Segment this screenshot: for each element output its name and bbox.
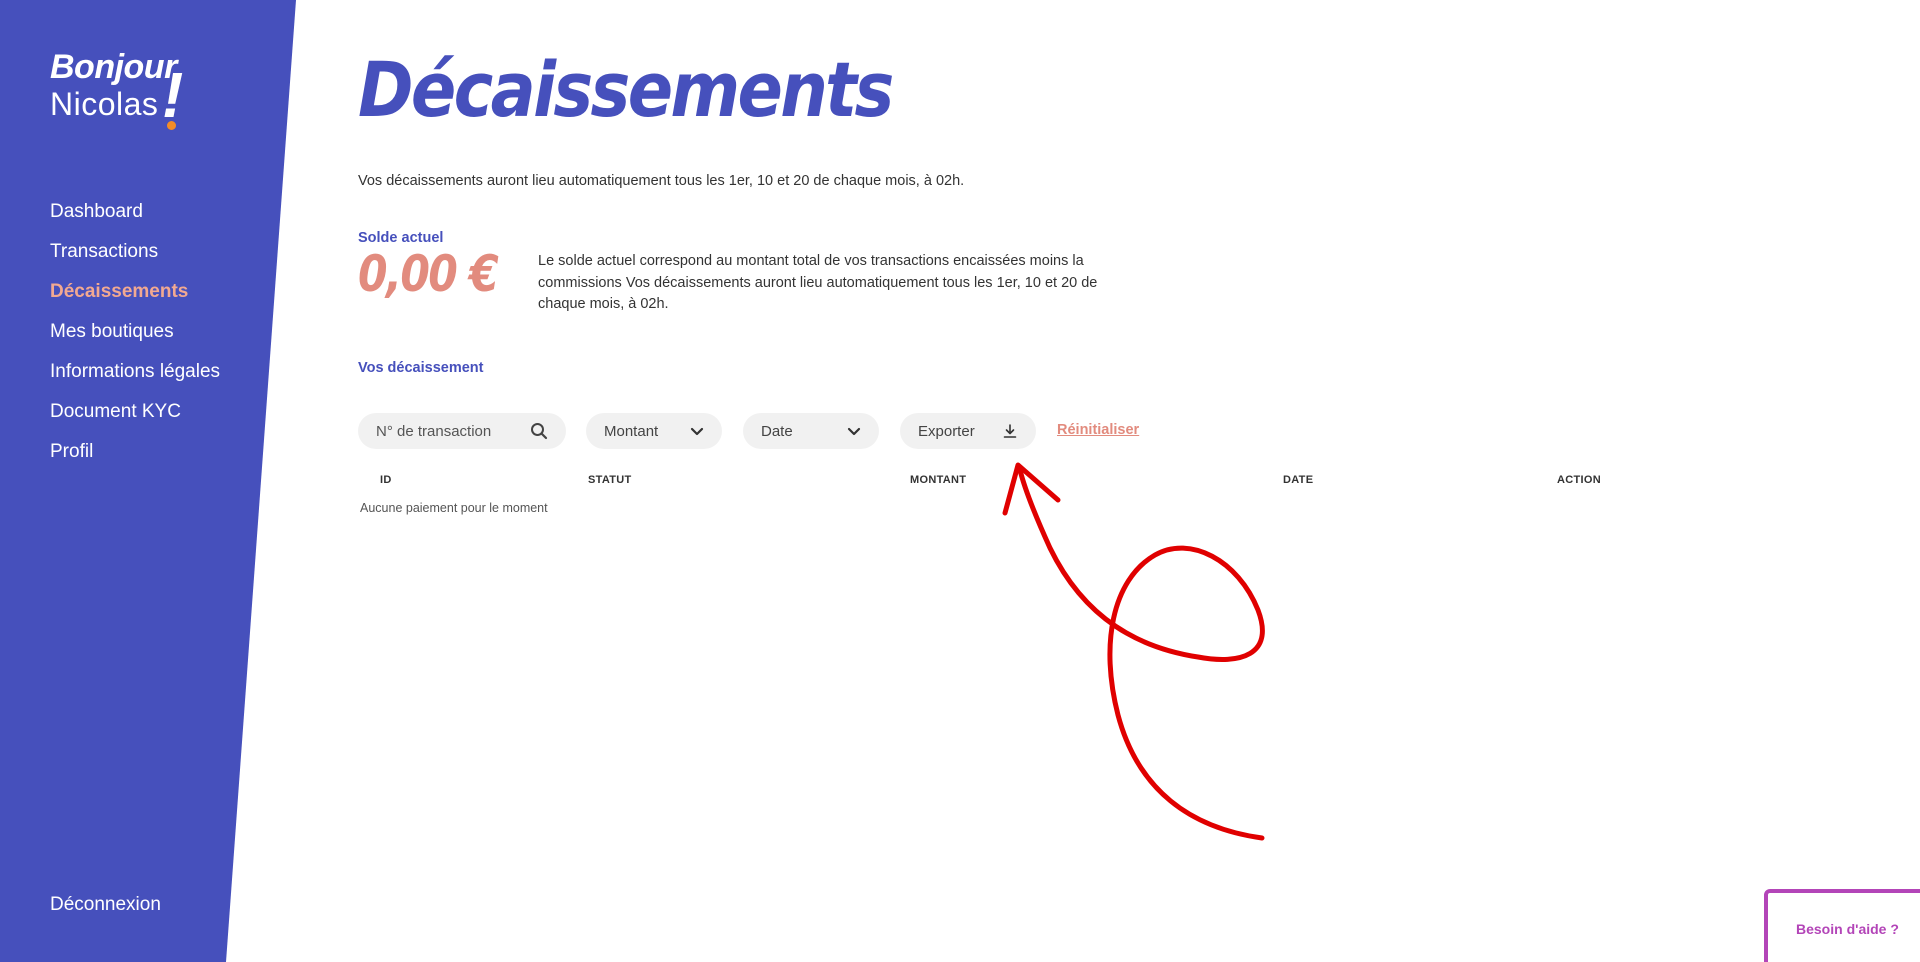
column-header-id: ID xyxy=(380,474,392,486)
column-header-amount: MONTANT xyxy=(910,474,967,486)
date-dropdown[interactable]: Date xyxy=(743,413,879,449)
column-header-date: DATE xyxy=(1283,474,1314,486)
sidebar-item-document-kyc[interactable]: Document KYC xyxy=(50,400,220,440)
reset-link[interactable]: Réinitialiser xyxy=(1057,422,1139,438)
download-icon xyxy=(1003,424,1017,438)
greeting: Bonjour Nicolas xyxy=(50,50,177,120)
help-widget[interactable]: Besoin d'aide ? xyxy=(1764,889,1920,962)
greeting-hello: Bonjour xyxy=(50,48,177,86)
section-title: Vos décaissement xyxy=(358,360,484,376)
sidebar: Bonjour Nicolas ! Dashboard Transactions… xyxy=(0,0,300,962)
balance-description: Le solde actuel correspond au montant to… xyxy=(538,253,1098,312)
sidebar-nav: Dashboard Transactions Décaissements Mes… xyxy=(50,200,220,480)
sidebar-item-informations-legales[interactable]: Informations légales xyxy=(50,360,220,400)
help-label: Besoin d'aide ? xyxy=(1796,921,1899,937)
table-header: ID STATUT MONTANT DATE ACTION xyxy=(358,474,1658,488)
table-empty-message: Aucune paiement pour le moment xyxy=(360,501,548,515)
balance-value: 0,00 € xyxy=(358,245,499,303)
export-button-label: Exporter xyxy=(918,422,975,440)
sidebar-item-decaissements[interactable]: Décaissements xyxy=(50,280,220,320)
chevron-down-icon xyxy=(847,427,861,435)
sidebar-item-dashboard[interactable]: Dashboard xyxy=(50,200,220,240)
sidebar-item-transactions[interactable]: Transactions xyxy=(50,240,220,280)
search-icon[interactable] xyxy=(530,422,548,440)
sidebar-item-profil[interactable]: Profil xyxy=(50,440,220,480)
column-header-status: STATUT xyxy=(588,474,632,486)
logout-link[interactable]: Déconnexion xyxy=(50,894,161,916)
page-title: Décaissements xyxy=(358,45,894,134)
amount-dropdown[interactable]: Montant xyxy=(586,413,722,449)
page: Bonjour Nicolas ! Dashboard Transactions… xyxy=(0,0,1920,962)
balance-label: Solde actuel xyxy=(358,230,444,246)
search-input[interactable] xyxy=(376,422,516,440)
intro-text: Vos décaissements auront lieu automatiqu… xyxy=(358,173,965,189)
greeting-name: Nicolas xyxy=(50,86,159,122)
amount-dropdown-label: Montant xyxy=(604,422,659,440)
exclamation-dot xyxy=(167,121,176,130)
date-dropdown-label: Date xyxy=(761,422,793,440)
export-button[interactable]: Exporter xyxy=(900,413,1036,449)
sidebar-item-mes-boutiques[interactable]: Mes boutiques xyxy=(50,320,220,360)
column-header-action: ACTION xyxy=(1557,474,1601,486)
chevron-down-icon xyxy=(690,427,704,435)
search-field[interactable] xyxy=(358,413,566,449)
